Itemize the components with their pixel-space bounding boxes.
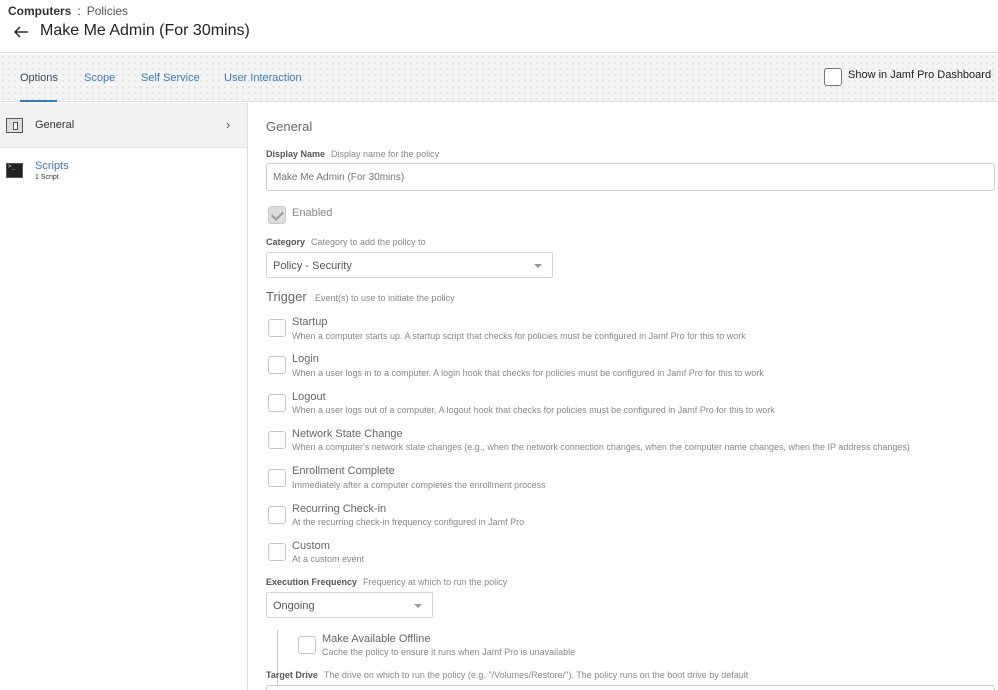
general-panel: General Display Name Display name for the… — [249, 103, 998, 690]
target-drive-help: The drive on which to run the policy (e.… — [323, 670, 749, 680]
trigger-enrollment-checkbox[interactable] — [268, 469, 286, 487]
trigger-custom-checkbox[interactable] — [268, 543, 286, 561]
page-title: Make Me Admin (For 30mins) — [40, 22, 250, 39]
display-name-label-text: Display Name — [266, 149, 326, 159]
enabled-label: Enabled — [292, 207, 333, 219]
page-header: Computers: Policies Make Me Admin (For 30… — [0, 0, 998, 53]
sidebar-item-scripts[interactable]: Scripts 1 Script — [0, 155, 247, 189]
back-arrow-icon[interactable] — [12, 21, 30, 43]
tab-self-service[interactable]: Self Service — [141, 72, 200, 84]
breadcrumb-policies[interactable]: Policies — [87, 4, 128, 18]
trigger-enrollment-desc: Immediately after a computer completes t… — [292, 480, 546, 490]
section-title: General — [266, 119, 313, 134]
sidebar-item-sublabel: 1 Script — [35, 174, 59, 181]
category-select[interactable]: Policy - Security — [266, 252, 553, 278]
execution-frequency-value: Ongoing — [273, 600, 315, 612]
trigger-network-state-desc: When a computer's network state changes … — [292, 442, 910, 452]
trigger-recurring-checkbox[interactable] — [268, 506, 286, 524]
trigger-startup-desc: When a computer starts up. A startup scr… — [292, 331, 746, 341]
trigger-login-checkbox[interactable] — [268, 356, 286, 374]
sidebar: General › Scripts 1 Script — [0, 103, 248, 690]
category-label-text: Category — [266, 237, 306, 247]
tab-user-interaction[interactable]: User Interaction — [224, 72, 302, 84]
active-tab-indicator — [20, 100, 57, 102]
make-available-offline-checkbox[interactable] — [298, 636, 316, 654]
trigger-network-state-label: Network State Change — [292, 428, 403, 440]
trigger-network-state-checkbox[interactable] — [268, 431, 286, 449]
sidebar-item-label: General — [35, 119, 75, 131]
indent-divider — [277, 630, 278, 690]
make-available-offline-label: Make Available Offline — [322, 633, 431, 645]
target-drive-label: Target Drive The drive on which to run th… — [266, 670, 748, 680]
show-in-dashboard-checkbox[interactable] — [824, 68, 842, 86]
trigger-startup-label: Startup — [292, 316, 328, 328]
trigger-login-label: Login — [292, 353, 319, 365]
caret-down-icon — [414, 604, 422, 608]
trigger-logout-desc: When a user logs out of a computer. A lo… — [292, 405, 775, 415]
trigger-recurring-label: Recurring Check-in — [292, 503, 387, 515]
make-available-offline-desc: Cache the policy to ensure it runs when … — [322, 647, 576, 657]
breadcrumb-separator: : — [77, 4, 81, 18]
tab-scope[interactable]: Scope — [84, 72, 115, 84]
enabled-checkbox[interactable] — [268, 206, 286, 224]
target-drive-label-text: Target Drive — [266, 670, 318, 680]
trigger-logout-label: Logout — [292, 391, 326, 403]
caret-down-icon — [534, 264, 542, 268]
chevron-right-icon: › — [226, 117, 231, 132]
target-drive-input[interactable] — [266, 685, 995, 690]
trigger-enrollment-label: Enrollment Complete — [292, 465, 395, 477]
execution-frequency-label: Execution Frequency Frequency at which to… — [266, 577, 507, 587]
trigger-recurring-desc: At the recurring check-in frequency conf… — [292, 517, 525, 527]
breadcrumb-computers[interactable]: Computers — [8, 4, 71, 18]
trigger-logout-checkbox[interactable] — [268, 394, 286, 412]
tab-options[interactable]: Options — [20, 72, 58, 84]
trigger-login-desc: When a user logs in to a computer. A log… — [292, 368, 764, 378]
trigger-title: Trigger — [266, 289, 307, 304]
trigger-custom-label: Custom — [292, 540, 330, 552]
show-in-dashboard-label: Show in Jamf Pro Dashboard — [848, 69, 992, 81]
trigger-help: Event(s) to use to initiate the policy — [315, 293, 455, 303]
category-label: Category Category to add the policy to — [266, 237, 426, 247]
display-name-help: Display name for the policy — [331, 149, 440, 159]
execution-frequency-label-text: Execution Frequency — [266, 577, 358, 587]
display-name-label: Display Name Display name for the policy — [266, 149, 439, 159]
sidebar-item-label: Scripts — [35, 160, 69, 172]
breadcrumb: Computers: Policies — [8, 4, 128, 18]
general-icon — [6, 118, 23, 133]
trigger-custom-desc: At a custom event — [292, 554, 365, 564]
execution-frequency-help: Frequency at which to run the policy — [363, 577, 508, 587]
execution-frequency-select[interactable]: Ongoing — [266, 592, 433, 618]
terminal-icon — [6, 163, 23, 178]
sidebar-item-general[interactable]: General › — [0, 103, 247, 148]
category-value: Policy - Security — [273, 260, 352, 272]
trigger-startup-checkbox[interactable] — [268, 319, 286, 337]
category-help: Category to add the policy to — [311, 237, 426, 247]
display-name-input[interactable] — [266, 163, 995, 191]
